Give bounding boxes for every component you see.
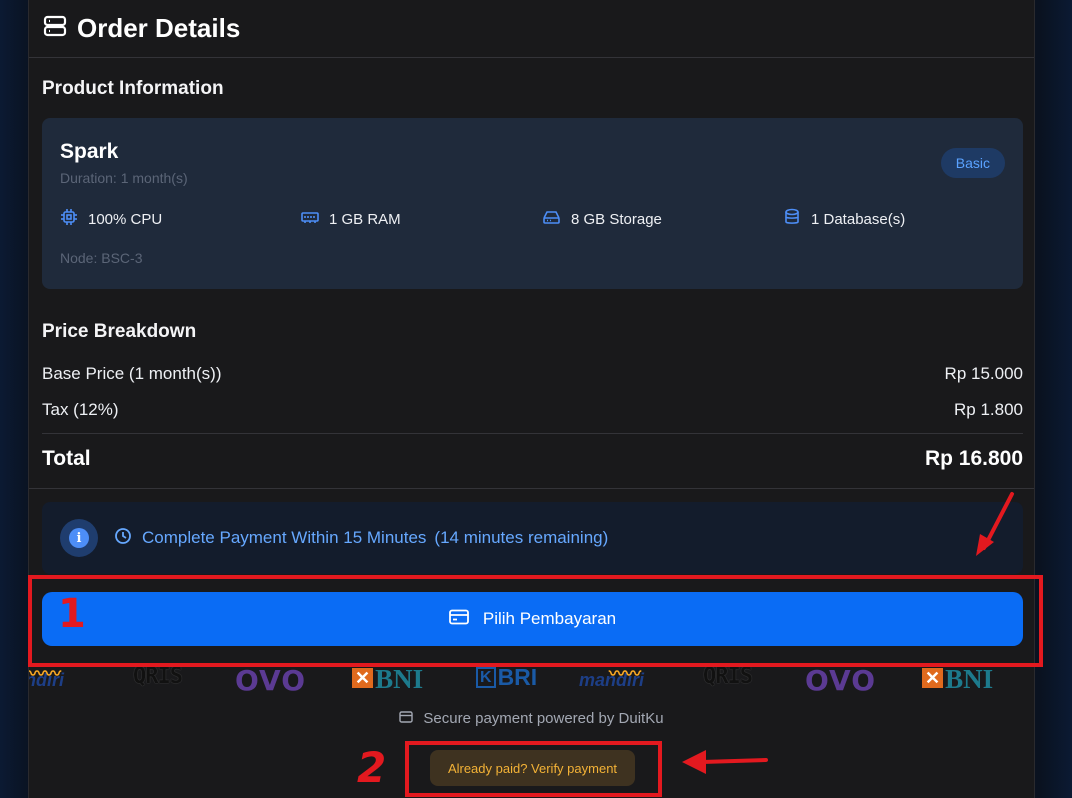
product-duration: Duration: 1 month(s) (60, 170, 188, 186)
notice-remaining: (14 minutes remaining) (434, 528, 609, 547)
payment-timer-notice: i Complete Payment Within 15 Minutes (14… (42, 502, 1023, 574)
verify-payment-button[interactable]: Already paid? Verify payment (430, 750, 635, 786)
product-node: Node: BSC-3 (60, 250, 143, 266)
spec-database-label: 1 Database(s) (811, 210, 906, 228)
spec-ram-label: 1 GB RAM (329, 210, 401, 228)
ram-icon (301, 208, 329, 230)
spec-cpu-label: 100% CPU (88, 210, 163, 228)
price-row-value: Rp 1.800 (954, 400, 1023, 419)
price-breakdown-title: Price Breakdown (42, 321, 197, 342)
clock-icon (114, 527, 142, 550)
product-info-title: Product Information (42, 78, 224, 99)
notice-message: Complete Payment Within 15 Minutes (142, 528, 427, 547)
logo-mandiri: 〰〰mandiri (579, 666, 645, 690)
plan-badge: Basic (940, 148, 1005, 178)
price-divider (42, 433, 1023, 434)
spec-storage-label: 8 GB Storage (571, 210, 662, 228)
product-name: Spark (60, 140, 119, 163)
logo-mandiri: 〰〰mandiri (29, 666, 65, 690)
logo-ovo: OVO (235, 664, 307, 696)
price-total-row: Total Rp 16.800 (42, 447, 1023, 471)
logo-qris: QRIS (703, 664, 753, 689)
price-row-value: Rp 15.000 (944, 364, 1023, 383)
logo-ovo: OVO (805, 664, 877, 696)
server-icon (43, 15, 67, 42)
page-title: Order Details (77, 13, 241, 43)
order-card: Order Details Product Information Spark … (28, 0, 1035, 798)
storage-icon (542, 208, 571, 230)
secure-payment-note: Secure payment powered by DuitKu (29, 710, 1034, 727)
cpu-icon (60, 208, 88, 230)
notice-text: Complete Payment Within 15 Minutes (14 m… (114, 527, 608, 550)
choose-payment-label: Pilih Pembayaran (482, 609, 617, 628)
spec-cpu: 100% CPU (60, 208, 162, 230)
payment-logos-carousel: 〰〰mandiri QRIS OVO ✕BNI KBRI 〰〰mandiri Q… (29, 662, 1034, 696)
info-icon: i (60, 519, 98, 557)
spec-storage: 8 GB Storage (542, 208, 662, 230)
spec-ram: 1 GB RAM (301, 208, 401, 230)
logo-bni: ✕ BNI (922, 664, 993, 695)
secure-payment-text: Secure payment powered by DuitKu (423, 710, 664, 727)
section-divider (29, 488, 1034, 489)
price-row-base: Base Price (1 month(s)) Rp 15.000 (42, 364, 1023, 384)
price-row-label: Base Price (1 month(s)) (42, 364, 222, 383)
total-value: Rp 16.800 (924, 447, 1023, 470)
price-row-label: Tax (12%) (42, 400, 119, 419)
product-card: Spark Duration: 1 month(s) Basic 100% CP… (42, 118, 1023, 289)
choose-payment-button[interactable]: Pilih Pembayaran (42, 592, 1023, 646)
price-row-tax: Tax (12%) Rp 1.800 (42, 400, 1023, 420)
logo-qris: QRIS (133, 664, 183, 689)
logo-bni: ✕ BNI (352, 664, 423, 695)
spec-database: 1 Database(s) (783, 208, 905, 230)
total-label: Total (42, 447, 91, 470)
logo-bri: K BRI (476, 664, 537, 691)
card-icon (399, 710, 423, 727)
database-icon (783, 208, 811, 230)
card-icon (448, 609, 483, 630)
order-header: Order Details (29, 0, 1034, 58)
